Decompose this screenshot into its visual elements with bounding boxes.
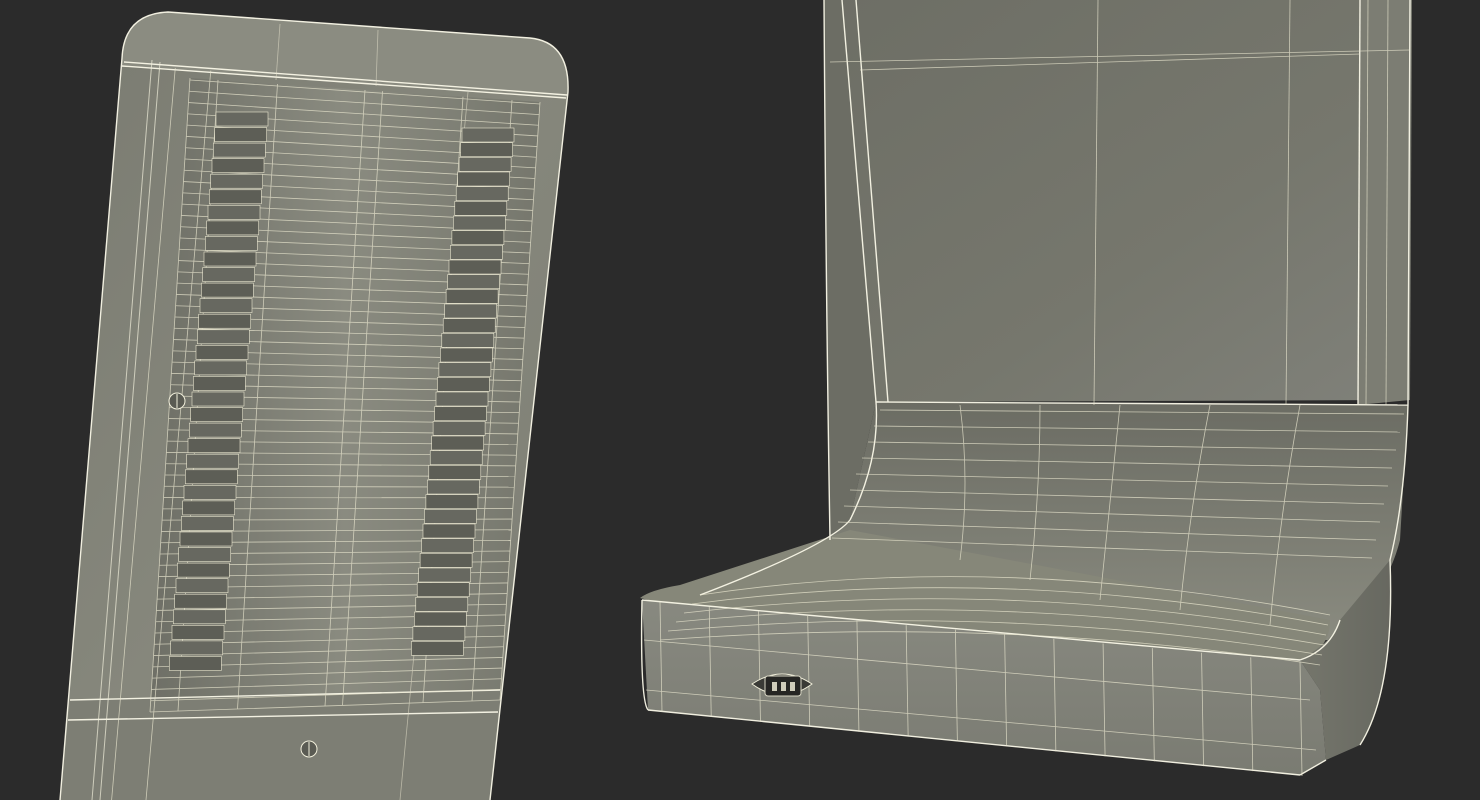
ventilation-fin xyxy=(209,189,262,205)
ventilation-fin xyxy=(210,173,263,189)
ventilation-fin xyxy=(198,313,251,329)
ventilation-fin xyxy=(434,406,487,421)
ventilation-fin xyxy=(460,142,513,157)
wireframe-render-scene xyxy=(59,0,1412,800)
ventilation-fin xyxy=(428,465,482,480)
ventilation-fin xyxy=(202,267,255,282)
ventilation-fin xyxy=(422,523,476,539)
ventilation-fin xyxy=(427,479,480,495)
ventilation-fin xyxy=(182,500,235,516)
ventilation-fin xyxy=(193,376,246,391)
ventilation-fin xyxy=(215,111,269,127)
ventilation-fin xyxy=(199,298,253,313)
ventilation-fin xyxy=(185,469,238,485)
screw-icon xyxy=(168,392,186,410)
ventilation-fin xyxy=(201,282,254,298)
ventilation-fin xyxy=(411,641,464,656)
base-screw-icon xyxy=(300,740,318,758)
ventilation-fin xyxy=(424,509,477,524)
ventilation-fin xyxy=(432,421,486,436)
ventilation-fin xyxy=(416,582,470,597)
ventilation-fin xyxy=(421,538,474,553)
ventilation-fin xyxy=(461,127,515,143)
ventilation-fin xyxy=(186,453,239,469)
ventilation-fin xyxy=(450,245,503,260)
ventilation-fin xyxy=(213,142,266,158)
ventilation-fin xyxy=(187,438,241,453)
ventilation-fin xyxy=(414,611,467,627)
ventilation-fin xyxy=(455,186,509,201)
ventilation-fin xyxy=(194,360,247,376)
ventilation-fin xyxy=(440,347,493,363)
ventilation-fin xyxy=(203,251,257,267)
ventilation-fin xyxy=(170,640,223,656)
ventilation-fin xyxy=(418,567,471,583)
ventilation-fin xyxy=(207,205,261,220)
ventilation-fin xyxy=(412,626,466,641)
ventilation-fin xyxy=(419,553,473,568)
ventilation-fin xyxy=(425,494,479,509)
ventilation-fin xyxy=(174,593,227,609)
ventilation-fin xyxy=(181,516,234,531)
back-view-lower-section xyxy=(60,690,500,800)
ventilation-fin xyxy=(205,236,258,251)
ventilation-fin xyxy=(451,230,505,245)
ventilation-fin xyxy=(178,547,231,562)
ventilation-fin xyxy=(206,220,259,236)
ventilation-fin xyxy=(183,485,237,500)
ventilation-fin xyxy=(429,450,483,465)
ventilation-fin xyxy=(173,609,226,625)
ventilation-fin xyxy=(175,578,229,593)
ventilation-fin xyxy=(435,391,489,407)
ventilation-fin xyxy=(445,289,499,304)
side-view xyxy=(640,0,1412,777)
ventilation-fin xyxy=(191,391,245,407)
ventilation-fin xyxy=(197,329,250,345)
ventilation-fin xyxy=(457,171,510,187)
ventilation-fin xyxy=(169,656,222,671)
ventilation-fin xyxy=(447,274,500,289)
ventilation-fin xyxy=(211,158,265,173)
ventilation-fin xyxy=(415,597,469,612)
ventilation-fin xyxy=(442,318,496,333)
ventilation-fin xyxy=(453,215,506,231)
ventilation-fin xyxy=(458,157,512,172)
ventilation-fin xyxy=(171,625,225,640)
ventilation-fin xyxy=(438,362,492,377)
ventilation-fin xyxy=(431,435,484,451)
ventilation-fin xyxy=(444,303,497,319)
back-view xyxy=(59,11,569,800)
ventilation-fin xyxy=(437,377,490,392)
ventilation-fin xyxy=(189,422,242,438)
ventilation-fin xyxy=(179,531,233,547)
ventilation-fin xyxy=(190,407,243,422)
ventilation-fin xyxy=(214,127,267,142)
ventilation-fin xyxy=(448,259,502,275)
ventilation-fin xyxy=(177,562,230,578)
ventilation-fin xyxy=(195,345,249,360)
ventilation-fin xyxy=(441,333,495,348)
ventilation-fin xyxy=(454,201,508,216)
